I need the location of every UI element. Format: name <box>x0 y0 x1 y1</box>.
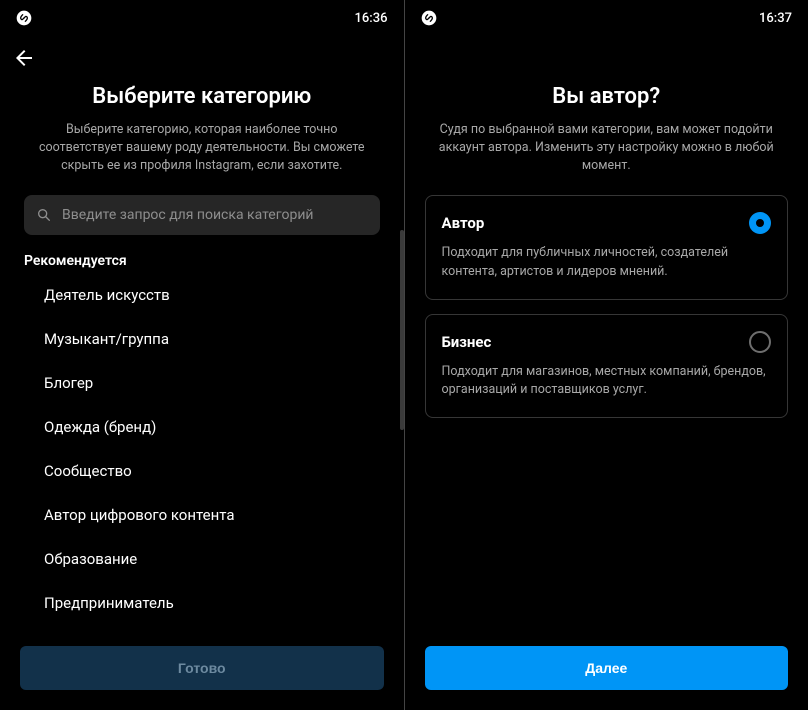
option-card-creator[interactable]: Автор Подходит для публичных личностей, с… <box>425 195 789 299</box>
category-item[interactable]: Блогер <box>24 361 380 405</box>
category-item[interactable]: Автор цифрового контента <box>24 493 380 537</box>
next-button[interactable]: Далее <box>425 646 789 690</box>
nav-bar <box>0 36 404 80</box>
category-item[interactable]: Сообщество <box>24 449 380 493</box>
category-item[interactable]: Музыкант/группа <box>24 317 380 361</box>
search-icon <box>36 207 52 223</box>
screen-choose-category: 16:36 Выберите категорию Выберите катего… <box>0 0 404 710</box>
category-item[interactable]: Предприниматель <box>24 581 380 625</box>
search-placeholder: Введите запрос для поиска категорий <box>62 207 313 223</box>
shazam-icon <box>16 10 32 26</box>
content: Выберите категорию Выберите категорию, к… <box>0 80 404 632</box>
content: Вы автор? Судя по выбранной вами категор… <box>405 80 808 632</box>
page-description: Судя по выбранной вами категории, вам мо… <box>425 121 789 175</box>
page-title: Вы автор? <box>425 84 789 109</box>
option-card-business[interactable]: Бизнес Подходит для магазинов, местных ко… <box>425 314 789 418</box>
category-item[interactable]: Образование <box>24 537 380 581</box>
option-description: Подходит для магазинов, местных компаний… <box>442 363 772 399</box>
footer: Готово <box>0 632 404 710</box>
page-title: Выберите категорию <box>24 84 380 109</box>
status-time: 16:36 <box>355 11 388 26</box>
scrollbar-thumb[interactable] <box>400 230 404 430</box>
screen-are-you-creator: 16:37 Вы автор? Судя по выбранной вами к… <box>405 0 808 710</box>
category-item[interactable]: Деятель искусств <box>24 273 380 317</box>
status-time: 16:37 <box>759 11 792 26</box>
category-item[interactable]: Одежда (бренд) <box>24 405 380 449</box>
category-search-input[interactable]: Введите запрос для поиска категорий <box>24 195 380 235</box>
category-item[interactable]: Здоровье/красота <box>24 625 380 632</box>
option-description: Подходит для публичных личностей, создат… <box>442 244 772 280</box>
status-bar: 16:36 <box>0 0 404 36</box>
section-recommended-label: Рекомендуется <box>24 253 380 269</box>
page-description: Выберите категорию, которая наиболее точ… <box>24 121 380 175</box>
category-list[interactable]: Деятель искусствМузыкант/группаБлогерОде… <box>24 273 380 632</box>
radio-unselected-icon[interactable] <box>749 331 771 353</box>
option-title: Автор <box>442 214 485 232</box>
back-icon[interactable] <box>12 46 36 70</box>
nav-bar <box>405 36 808 80</box>
option-title: Бизнес <box>442 333 492 351</box>
radio-selected-icon[interactable] <box>749 212 771 234</box>
done-button[interactable]: Готово <box>20 646 384 690</box>
footer: Далее <box>405 632 808 710</box>
status-bar: 16:37 <box>405 0 808 36</box>
shazam-icon <box>421 10 437 26</box>
